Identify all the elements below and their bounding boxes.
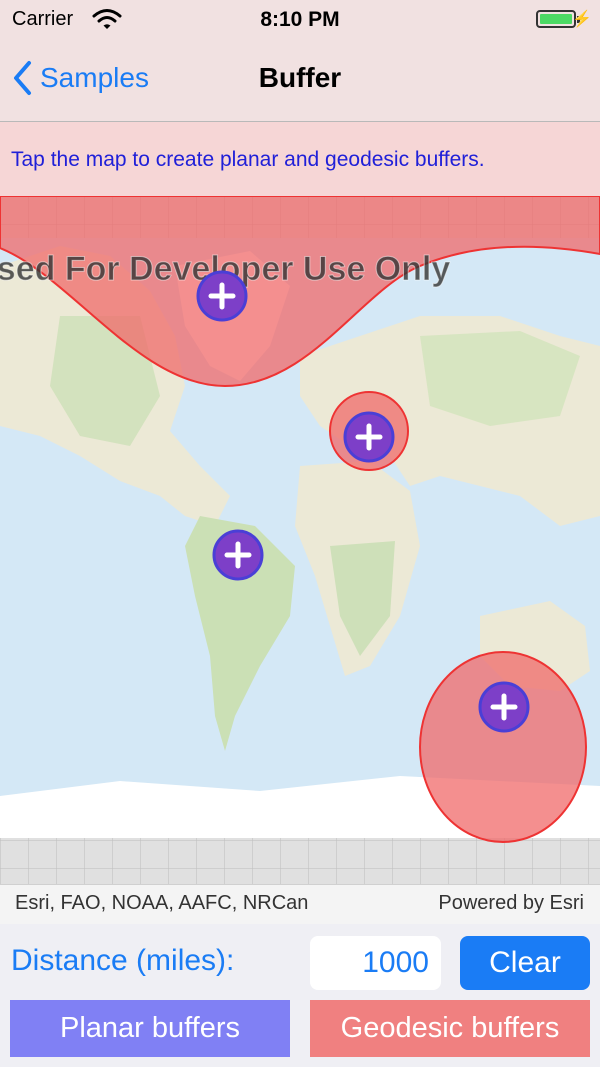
status-bar: Carrier 8:10 PM ⚡ (0, 0, 600, 40)
buffer-point-marker[interactable] (478, 681, 530, 733)
map-view[interactable]: Licensed For Developer Use Only (0, 196, 600, 884)
distance-label: Distance (miles): (11, 944, 235, 977)
powered-by-label: Powered by Esri (438, 892, 584, 914)
instruction-text: Tap the map to create planar and geodesi… (11, 148, 485, 171)
clock: 8:10 PM (260, 8, 340, 31)
buffer-point-marker[interactable] (196, 270, 248, 322)
page-title: Buffer (258, 62, 342, 93)
planar-buffers-button[interactable]: Planar buffers (10, 1000, 290, 1057)
geodesic-buffers-button[interactable]: Geodesic buffers (310, 1000, 590, 1057)
geodesic-buffer-south (419, 651, 587, 843)
buffer-controls: Distance (miles): Clear Planar buffers G… (0, 924, 600, 1067)
buffer-point-marker[interactable] (343, 411, 395, 463)
charging-icon: ⚡ (572, 11, 592, 28)
attribution-sources: Esri, FAO, NOAA, AAFC, NRCan (15, 892, 309, 914)
buffer-point-marker[interactable] (212, 529, 264, 581)
map-attribution: Esri, FAO, NOAA, AAFC, NRCan Powered by … (0, 884, 600, 924)
map-canvas[interactable]: Licensed For Developer Use Only (0, 196, 600, 884)
instruction-banner: Tap the map to create planar and geodesi… (0, 122, 600, 196)
navigation-bar: Samples Buffer (0, 40, 600, 122)
distance-input[interactable] (310, 936, 441, 990)
battery-icon (536, 10, 580, 28)
clear-button[interactable]: Clear (460, 936, 590, 990)
